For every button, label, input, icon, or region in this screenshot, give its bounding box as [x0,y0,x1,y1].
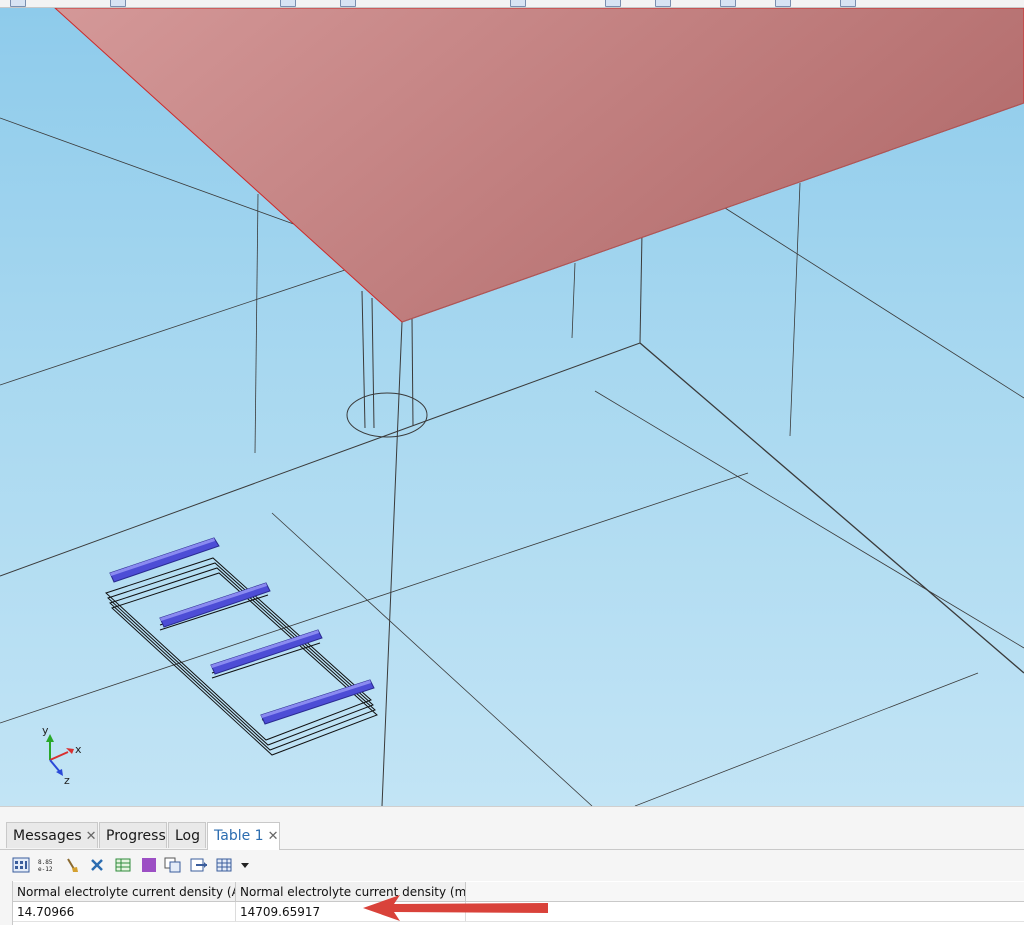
export-icon[interactable] [190,857,208,873]
tab-messages[interactable]: Messages ✕ [6,822,98,848]
close-icon[interactable]: ✕ [268,829,279,844]
table-toolbar: 8.85 e-12 [0,850,1024,880]
tab-progress[interactable]: Progress [99,822,167,848]
number-format-icon[interactable]: 8.85 e-12 [37,857,55,873]
axis-label-z: z [64,774,70,787]
column-header[interactable]: Normal electrolyte current density (A) [13,882,236,902]
svg-text:8.85: 8.85 [38,859,53,866]
toolbar-icon[interactable] [605,0,621,7]
toolbar-icon[interactable] [110,0,126,7]
toolbar-icon[interactable] [340,0,356,7]
table-view-icon[interactable] [12,857,30,873]
tab-label: Table 1 [214,828,264,844]
toolbar-icon[interactable] [10,0,26,7]
toolbar-icon[interactable] [510,0,526,7]
close-icon[interactable]: ✕ [86,829,97,844]
tab-label: Progress [106,828,166,844]
table-cell[interactable]: 14.70966 [13,902,236,922]
tab-label: Log [175,828,201,844]
top-surface[interactable] [54,8,1024,323]
toolbar-icon[interactable] [840,0,856,7]
axis-label-x: x [75,743,82,756]
dropdown-arrow-icon[interactable] [236,857,254,873]
clear-icon[interactable] [63,857,81,873]
tab-label: Messages [13,828,82,844]
copy-table-icon[interactable] [164,857,182,873]
toolbar-icon[interactable] [655,0,671,7]
spreadsheet-icon[interactable] [114,857,132,873]
model-drawing: y x z [0,8,1024,806]
svg-text:e-12: e-12 [38,866,53,873]
toolbar-icon[interactable] [720,0,736,7]
toolbar-icon[interactable] [280,0,296,7]
tab-strip: Messages ✕ Progress Log Table 1 ✕ [0,819,1024,850]
graphics-viewport[interactable]: y x z [0,8,1024,806]
toolbar-icon[interactable] [775,0,791,7]
axis-triad: y x z [42,724,82,787]
annotation-arrow [363,895,548,921]
color-fill-icon[interactable] [140,857,158,873]
top-toolbar [0,0,1024,8]
electrode-bars[interactable] [109,537,375,725]
delete-icon[interactable] [88,857,106,873]
axis-label-y: y [42,724,49,737]
table-settings-icon[interactable] [215,857,233,873]
tab-table-1[interactable]: Table 1 ✕ [207,822,280,850]
tab-log[interactable]: Log [168,822,206,848]
